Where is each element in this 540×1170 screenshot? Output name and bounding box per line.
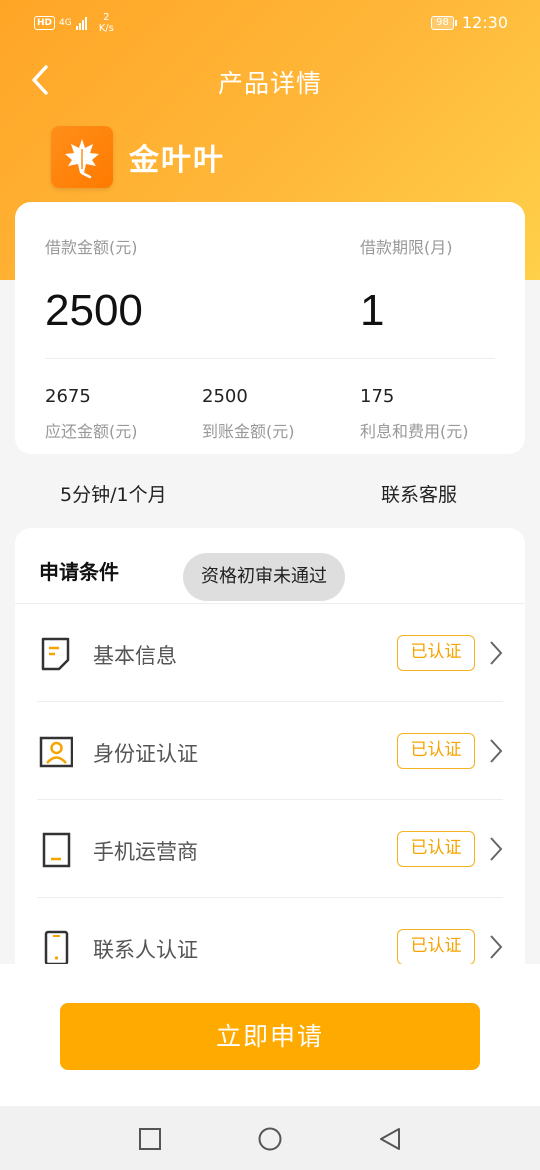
repay-value: 2675	[45, 386, 91, 407]
verified-badge: 已认证	[397, 635, 475, 671]
condition-id-card[interactable]: 身份证认证 已认证	[37, 702, 503, 800]
navbar: 产品详情	[0, 50, 540, 110]
page-title: 产品详情	[217, 69, 322, 98]
info-row: 5分钟/1个月 联系客服	[0, 468, 540, 512]
conditions-title: 申请条件	[39, 560, 119, 584]
recent-apps-icon[interactable]	[137, 1126, 163, 1152]
loan-summary-card: 借款金额(元) 2500 借款期限(月) 1 2675 应还金额(元) 2500…	[15, 202, 525, 454]
signal-icon	[75, 16, 87, 30]
received-value: 2500	[202, 386, 248, 407]
condition-label: 联系人认证	[93, 938, 198, 962]
contact-service-link[interactable]: 联系客服	[381, 480, 457, 507]
amount-value: 2500	[45, 286, 143, 335]
condition-contacts[interactable]: 联系人认证 已认证	[37, 898, 503, 964]
network-speed: 2 K/s	[99, 12, 114, 34]
product-name: 金叶叶	[129, 143, 225, 178]
verified-badge: 已认证	[397, 831, 475, 867]
term-label: 借款期限(月)	[360, 238, 453, 257]
chevron-right-icon	[490, 837, 503, 861]
clock: 12:30	[461, 13, 508, 32]
system-nav-bar	[0, 1106, 540, 1170]
verified-badge: 已认证	[397, 929, 475, 964]
battery-icon: 98	[431, 15, 457, 30]
condition-basic-info[interactable]: 基本信息 已认证	[37, 604, 503, 702]
phone-icon	[44, 930, 69, 964]
back-triangle-icon[interactable]	[377, 1126, 403, 1152]
fee-label: 利息和费用(元)	[360, 422, 469, 441]
id-card-icon	[39, 736, 73, 768]
fee-value: 175	[360, 386, 395, 407]
conditions-card: 申请条件 资格初审未通过 基本信息 已认证 身份证认证 已认证 手机运营商 已认…	[15, 528, 525, 964]
product-brand: 金叶叶	[51, 126, 225, 188]
leaf-logo-icon	[51, 126, 113, 188]
network-type: 4G	[59, 18, 72, 28]
document-icon	[41, 637, 70, 671]
speed-value: 2	[103, 12, 110, 23]
condition-label: 手机运营商	[93, 840, 198, 864]
tablet-icon	[42, 832, 71, 868]
condition-carrier[interactable]: 手机运营商 已认证	[37, 800, 503, 898]
received-label: 到账金额(元)	[202, 422, 295, 441]
chevron-right-icon	[490, 935, 503, 959]
chevron-right-icon	[490, 739, 503, 763]
duration-text: 5分钟/1个月	[60, 484, 167, 506]
status-left: HD 4G 2 K/s	[34, 12, 114, 34]
bottom-action-area: 立即申请	[0, 964, 540, 1106]
condition-label: 基本信息	[93, 644, 177, 668]
term-value: 1	[360, 286, 385, 335]
repay-label: 应还金额(元)	[45, 422, 138, 441]
apply-button[interactable]: 立即申请	[60, 1003, 480, 1070]
chevron-right-icon	[490, 641, 503, 665]
home-icon[interactable]	[257, 1126, 283, 1152]
speed-unit: K/s	[98, 23, 114, 34]
verified-badge: 已认证	[397, 733, 475, 769]
amount-label: 借款金额(元)	[45, 238, 138, 257]
card-divider	[45, 358, 495, 359]
condition-label: 身份证认证	[93, 742, 198, 766]
hd-badge: HD	[34, 16, 56, 30]
status-right: 98 12:30	[431, 13, 508, 32]
review-toast: 资格初审未通过	[183, 553, 345, 601]
status-bar: HD 4G 2 K/s 98 12:30	[0, 0, 540, 46]
